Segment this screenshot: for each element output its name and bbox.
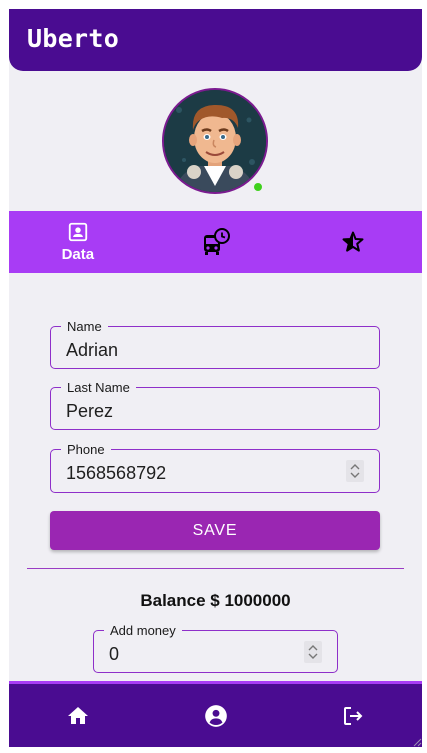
online-status-dot [253,182,263,192]
add-money-field[interactable]: Add money 0 [93,623,338,673]
nav-home[interactable] [9,684,147,747]
resize-grip-icon[interactable] [410,735,422,747]
app-frame: Uberto Data Name Adrian Last Name Perez … [9,9,422,747]
star-half-icon [342,231,364,252]
nav-profile[interactable] [147,684,285,747]
bottom-navigation [9,681,422,747]
last-name-field-value: Perez [66,401,114,421]
tab-data[interactable]: Data [9,211,147,273]
name-field[interactable]: Name Adrian [50,319,380,369]
name-field-label: Name [61,319,108,334]
add-money-field-value: 0 [109,644,120,664]
avatar-image [162,88,268,194]
contact-card-icon [68,222,87,242]
app-title: Uberto [27,24,120,53]
bus-clock-icon [203,228,230,255]
stepper-arrows-icon [308,645,318,659]
last-name-field[interactable]: Last Name Perez [50,380,380,430]
name-field-value: Adrian [66,340,119,360]
tab-trips[interactable] [147,211,285,273]
profile-avatar[interactable] [162,88,268,194]
nav-logout[interactable] [284,684,422,747]
phone-stepper[interactable] [346,460,364,482]
tab-data-label: Data [61,246,95,263]
phone-field[interactable]: Phone 1568568792 [50,442,380,493]
phone-field-label: Phone [61,442,111,457]
last-name-field-label: Last Name [61,380,136,395]
app-bar: Uberto [9,9,422,71]
save-button[interactable]: SAVE [50,511,380,550]
logout-icon [344,706,363,725]
tab-ratings[interactable] [284,211,422,273]
balance-text: Balance $ 1000000 [140,591,291,610]
section-divider [27,568,404,569]
phone-field-value: 1568568792 [66,463,167,483]
add-money-stepper[interactable] [304,641,322,663]
profile-tabs: Data [9,211,422,273]
stepper-arrows-icon [350,464,360,478]
account-circle-icon [204,704,227,727]
home-icon [67,706,88,724]
add-money-field-label: Add money [104,623,182,638]
